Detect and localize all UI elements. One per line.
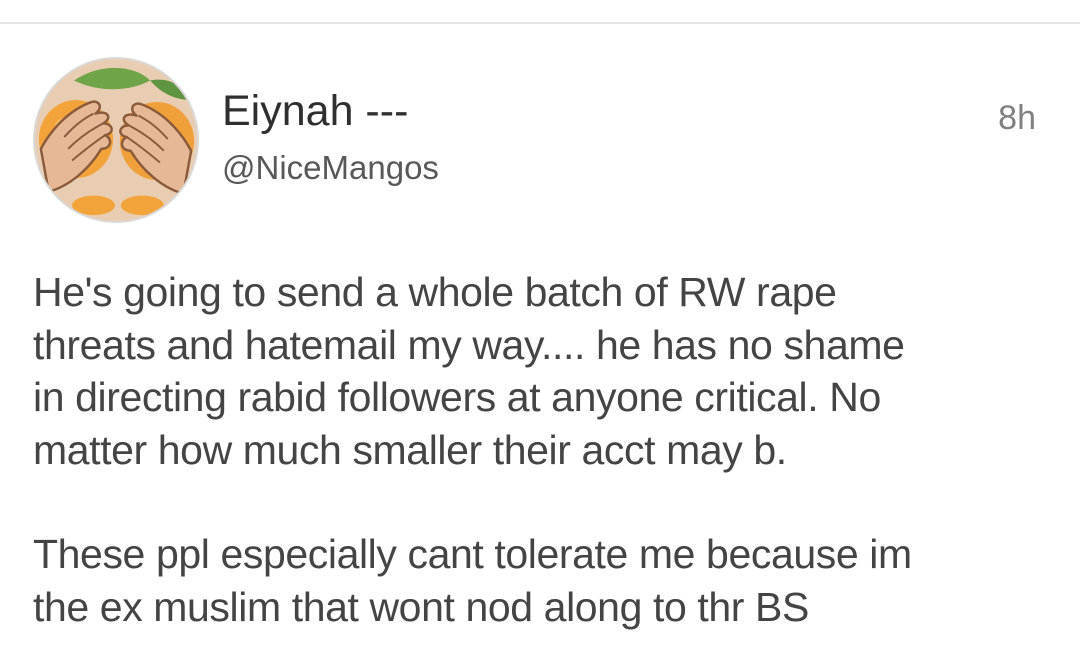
tweet-timestamp[interactable]: 8h	[998, 98, 1036, 138]
tweet-paragraph-1: He's going to send a whole batch of RW r…	[33, 269, 905, 473]
author-handle[interactable]: @NiceMangos	[222, 148, 439, 188]
avatar[interactable]	[33, 57, 199, 223]
author-display-name[interactable]: Eiynah ---	[222, 86, 408, 136]
tweet-paragraph-2: These ppl especially cant tolerate me be…	[33, 531, 912, 630]
tweet-card[interactable]: Eiynah --- @NiceMangos 8h He's going to …	[0, 24, 1080, 660]
tweet-text: He's going to send a whole batch of RW r…	[33, 266, 1043, 633]
mango-hands-avatar-icon	[35, 59, 197, 221]
